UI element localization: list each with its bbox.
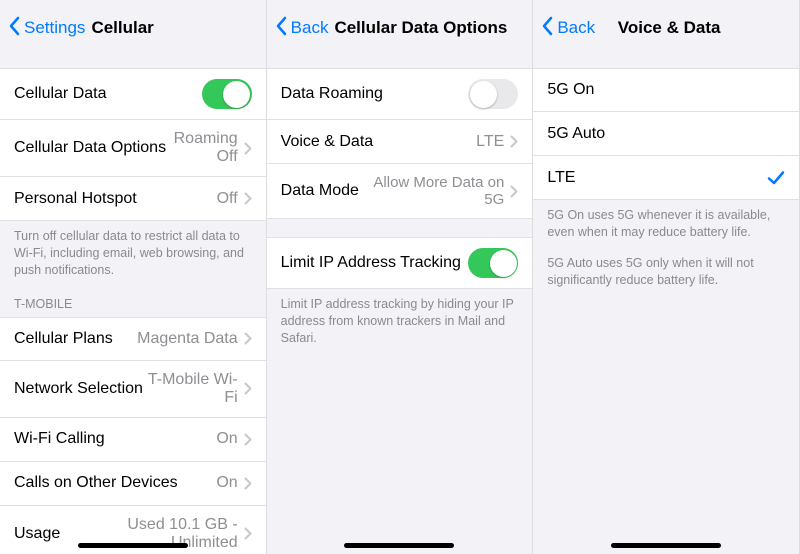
- footer-text: Limit IP address tracking by hiding your…: [267, 289, 533, 351]
- footer-text: 5G Auto uses 5G only when it will not si…: [533, 245, 799, 293]
- chevron-left-icon: [275, 16, 291, 41]
- screen-cellular: Settings Cellular Cellular Data Cellular…: [0, 0, 267, 554]
- option-label: LTE: [547, 169, 575, 187]
- section-header: T-MOBILE: [0, 283, 266, 317]
- row-label: Data Roaming: [281, 85, 383, 103]
- chevron-right-icon: [244, 332, 252, 345]
- row-cellular-data[interactable]: Cellular Data: [0, 68, 266, 120]
- chevron-right-icon: [510, 135, 518, 148]
- row-detail: LTE: [476, 133, 504, 151]
- checkmark-icon: [767, 169, 785, 187]
- footer-text: 5G On uses 5G whenever it is available, …: [533, 200, 799, 245]
- row-limit-ip-tracking[interactable]: Limit IP Address Tracking: [267, 237, 533, 289]
- row-wifi-calling[interactable]: Wi-Fi Calling On: [0, 418, 266, 462]
- row-label: Limit IP Address Tracking: [281, 254, 461, 272]
- chevron-right-icon: [244, 382, 252, 395]
- page-title: Cellular: [91, 18, 153, 38]
- option-5g-on[interactable]: 5G On: [533, 68, 799, 112]
- row-label: Cellular Data: [14, 85, 106, 103]
- row-network-selection[interactable]: Network Selection T-Mobile Wi-Fi: [0, 361, 266, 418]
- chevron-right-icon: [244, 433, 252, 446]
- back-label: Back: [557, 18, 595, 38]
- row-label: Usage: [14, 525, 60, 543]
- chevron-right-icon: [244, 527, 252, 540]
- option-label: 5G Auto: [547, 125, 605, 143]
- row-label: Wi-Fi Calling: [14, 430, 105, 448]
- back-label: Back: [291, 18, 329, 38]
- screen-cellular-data-options: Back Cellular Data Options Data Roaming …: [267, 0, 534, 554]
- home-indicator[interactable]: [344, 543, 454, 548]
- row-detail: Allow More Data on 5G: [359, 174, 504, 208]
- option-label: 5G On: [547, 81, 594, 99]
- row-cellular-plans[interactable]: Cellular Plans Magenta Data: [0, 317, 266, 361]
- row-voice-data[interactable]: Voice & Data LTE: [267, 120, 533, 164]
- row-data-roaming[interactable]: Data Roaming: [267, 68, 533, 120]
- content-scroll[interactable]: Data Roaming Voice & Data LTE Data Mode …: [267, 56, 533, 554]
- content-scroll[interactable]: 5G On 5G Auto LTE 5G On uses 5G whenever…: [533, 56, 799, 554]
- option-lte[interactable]: LTE: [533, 156, 799, 200]
- back-label: Settings: [24, 18, 85, 38]
- data-roaming-toggle[interactable]: [468, 79, 518, 109]
- content-scroll[interactable]: Cellular Data Cellular Data Options Roam…: [0, 56, 266, 554]
- row-label: Voice & Data: [281, 133, 374, 151]
- row-detail: On: [216, 474, 237, 492]
- back-button[interactable]: Back: [275, 16, 329, 41]
- row-label: Data Mode: [281, 182, 359, 200]
- row-detail: T-Mobile Wi-Fi: [143, 371, 238, 407]
- chevron-right-icon: [244, 192, 252, 205]
- row-label: Network Selection: [14, 380, 143, 398]
- row-calls-other-devices[interactable]: Calls on Other Devices On: [0, 462, 266, 506]
- row-detail: On: [216, 430, 237, 448]
- home-indicator[interactable]: [78, 543, 188, 548]
- page-title: Cellular Data Options: [334, 18, 507, 38]
- row-personal-hotspot[interactable]: Personal Hotspot Off: [0, 177, 266, 221]
- cellular-data-toggle[interactable]: [202, 79, 252, 109]
- row-label: Cellular Plans: [14, 330, 113, 348]
- row-detail: Roaming Off: [166, 130, 238, 166]
- footer-text: Turn off cellular data to restrict all d…: [0, 221, 266, 283]
- row-label: Cellular Data Options: [14, 139, 166, 157]
- chevron-left-icon: [541, 16, 557, 41]
- nav-bar: Back Voice & Data: [533, 0, 799, 56]
- nav-bar: Settings Cellular: [0, 0, 266, 56]
- row-label: Calls on Other Devices: [14, 474, 178, 492]
- back-button[interactable]: Settings: [8, 16, 85, 41]
- chevron-right-icon: [510, 185, 518, 198]
- chevron-left-icon: [8, 16, 24, 41]
- nav-bar: Back Cellular Data Options: [267, 0, 533, 56]
- option-5g-auto[interactable]: 5G Auto: [533, 112, 799, 156]
- row-detail: Magenta Data: [137, 330, 238, 348]
- row-cellular-data-options[interactable]: Cellular Data Options Roaming Off: [0, 120, 266, 177]
- home-indicator[interactable]: [611, 543, 721, 548]
- limit-ip-toggle[interactable]: [468, 248, 518, 278]
- row-detail: Off: [217, 190, 238, 208]
- screen-voice-data: Back Voice & Data 5G On 5G Auto LTE 5G O…: [533, 0, 800, 554]
- row-data-mode[interactable]: Data Mode Allow More Data on 5G: [267, 164, 533, 219]
- row-label: Personal Hotspot: [14, 190, 137, 208]
- chevron-right-icon: [244, 142, 252, 155]
- chevron-right-icon: [244, 477, 252, 490]
- back-button[interactable]: Back: [541, 16, 595, 41]
